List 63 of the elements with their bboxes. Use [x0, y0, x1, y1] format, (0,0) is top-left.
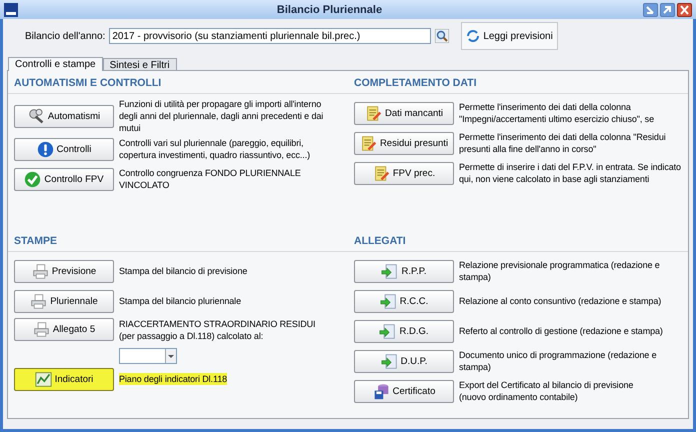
tab[interactable]: Controlli e stampe — [8, 57, 103, 71]
action-button[interactable]: Previsione — [14, 260, 114, 282]
description-text: Permette l'inserimento dei dati della colonna "Residui presunti alla fine dell'anno in corso" — [459, 131, 667, 155]
minimize-button[interactable] — [643, 2, 658, 16]
action-button[interactable]: Pluriennale — [14, 290, 114, 312]
close-button[interactable] — [677, 2, 692, 16]
description-text: Funzioni di utilità per propagare gli importi all'interno degli anni del pluriennale, dagli anni precedenti e dai mutui — [119, 98, 324, 134]
date-dropdown[interactable] — [119, 348, 177, 364]
search-icon[interactable] — [435, 29, 450, 43]
close-icon — [678, 4, 691, 16]
description-text: Relazione al conto consuntivo (redazione e stampa) — [459, 295, 662, 307]
printer-icon — [32, 262, 49, 280]
document-arrow-icon — [380, 352, 398, 370]
year-label: Bilancio dell'anno: — [25, 30, 106, 42]
action-button[interactable]: Controlli — [14, 138, 114, 160]
document-arrow-icon — [381, 262, 398, 280]
description-text: Referto al controllo di gestione (redazione e stampa) — [459, 325, 663, 337]
chart-icon — [34, 370, 52, 388]
action-button[interactable]: D.U.P. — [354, 350, 454, 372]
section-heading: ALLEGATI — [348, 229, 688, 252]
description-text: Permette l'inserimento dei dati della colonna "Impegni/accertamenti ultimo esercizio chiuso", se — [459, 101, 655, 125]
description-text: Permette di inserire i dati del F.P.V. in entrata. Se indicato qui, non viene calcolato in base agli stanziamenti — [459, 161, 682, 185]
description-text: Documento unico di programmazione (redazione e stampa) — [459, 349, 658, 373]
description-text: Controlli vari sul pluriennale (pareggio, equilibri, copertura investimenti, quadro riassuntivo, ecc...) — [119, 137, 311, 161]
check-icon — [24, 170, 42, 188]
action-button[interactable]: Automatismi — [14, 104, 114, 128]
action-button[interactable]: Controllo FPV — [14, 168, 114, 190]
action-button[interactable]: FPV prec. — [354, 162, 454, 184]
section-heading: AUTOMATISMI E CONTROLLI — [8, 71, 348, 94]
edit-document-icon — [360, 134, 377, 152]
action-button[interactable]: R.P.P. — [354, 260, 454, 282]
action-button[interactable]: Certificato — [354, 380, 454, 402]
printer-icon — [30, 292, 48, 310]
info-icon — [36, 140, 54, 158]
arrow-icon — [661, 4, 674, 16]
refresh-icon — [466, 29, 480, 43]
action-button[interactable]: Residui presunti — [354, 132, 454, 154]
action-button[interactable]: Indicatori — [14, 368, 114, 390]
document-arrow-icon — [380, 292, 397, 310]
document-arrow-icon — [379, 322, 396, 340]
app-icon — [4, 2, 18, 16]
description-text: Piano degli indicatori Dl.118 — [119, 373, 228, 385]
edit-document-icon — [372, 164, 390, 182]
description-text: Export del Certificato al bilancio di previsione (nuovo ordinamento contabile) — [459, 379, 634, 403]
edit-document-icon — [364, 104, 382, 122]
year-field[interactable]: 2017 - provvisorio (su stanziamenti pluriennale bil.prec.) — [109, 28, 432, 44]
read-forecasts-button[interactable]: Leggi previsioni — [461, 22, 558, 50]
action-button[interactable]: Allegato 5 — [14, 318, 114, 341]
description-text: Stampa del bilancio di previsione — [119, 265, 248, 277]
description-text: RIACCERTAMENTO STRAORDINARIO RESIDUI (per passaggio a Dl.118) calcolato al: — [119, 318, 316, 342]
window-title: Bilancio Pluriennale — [276, 4, 384, 16]
description-text: Controllo congruenza FONDO PLURIENNALE VINCOLATO — [119, 167, 302, 191]
tab[interactable]: Sintesi e Filtri — [102, 58, 177, 70]
description-text: Relazione previsionale programmatica (redazione e stampa) — [459, 259, 661, 283]
section-heading: STAMPE — [8, 229, 348, 252]
section-heading: COMPLETAMENTO DATI — [348, 71, 688, 94]
action-button[interactable]: Dati mancanti — [354, 102, 454, 124]
description-text: Stampa del bilancio pluriennale — [119, 295, 241, 307]
action-button[interactable]: R.C.C. — [354, 290, 454, 312]
maximize-button[interactable] — [660, 2, 675, 16]
action-button[interactable]: R.D.G. — [354, 320, 454, 342]
printer-icon — [32, 321, 50, 338]
database-disk-icon — [372, 382, 390, 400]
